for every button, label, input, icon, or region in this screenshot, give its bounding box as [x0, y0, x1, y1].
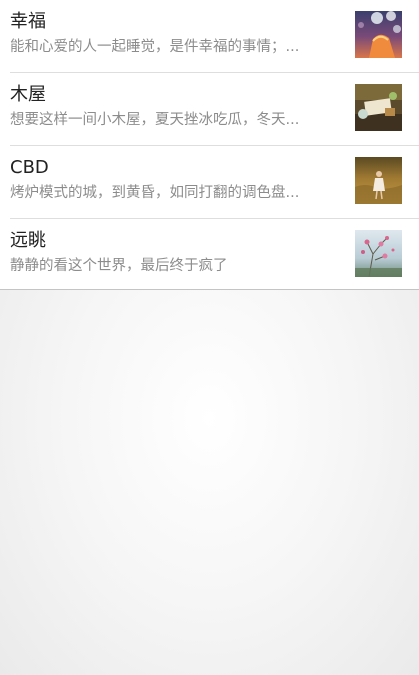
list-item-title: CBD	[10, 157, 49, 178]
list-item[interactable]: 幸福 能和心爱的人一起睡觉，是件幸福的事情；...	[10, 0, 419, 73]
list-item[interactable]: CBD 烤炉模式的城，到黄昏，如同打翻的调色盘...	[10, 146, 419, 219]
field-girl-photo	[355, 157, 402, 204]
list-item[interactable]: 木屋 想要这样一间小木屋，夏天挫冰吃瓜，冬天...	[10, 73, 419, 146]
list-item-description: 想要这样一间小木屋，夏天挫冰吃瓜，冬天...	[10, 112, 300, 128]
list-item-title: 幸福	[10, 11, 46, 32]
list-item-description: 能和心爱的人一起睡觉，是件幸福的事情；...	[10, 39, 300, 55]
list-item[interactable]: 远眺 静静的看这个世界，最后终于疯了	[10, 219, 419, 292]
list-item-description: 静静的看这个世界，最后终于疯了	[10, 258, 228, 274]
wooden-table-photo	[355, 84, 402, 131]
bokeh-sunset-photo	[355, 11, 402, 58]
list-item-title: 远眺	[10, 230, 46, 251]
article-list: 幸福 能和心爱的人一起睡觉，是件幸福的事情；... 木屋 想要这样一间小木屋，夏…	[0, 0, 419, 290]
pink-flowers-photo	[355, 230, 402, 277]
list-item-description: 烤炉模式的城，到黄昏，如同打翻的调色盘...	[10, 185, 300, 201]
list-item-title: 木屋	[10, 84, 46, 105]
